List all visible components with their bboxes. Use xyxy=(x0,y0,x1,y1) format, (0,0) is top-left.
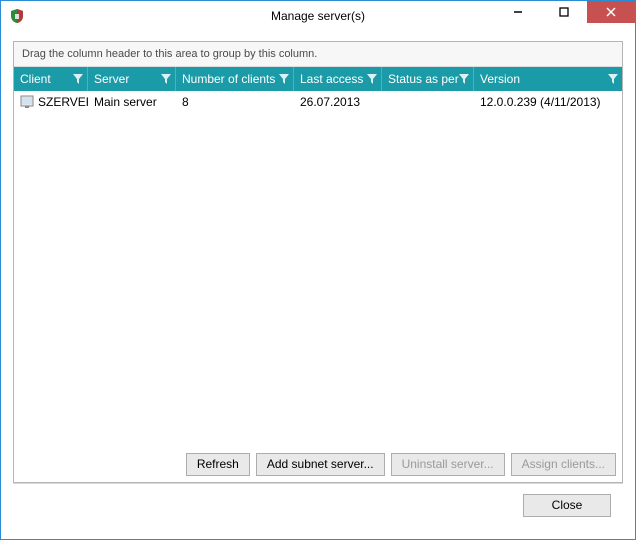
uninstall-server-button[interactable]: Uninstall server... xyxy=(391,453,505,476)
column-header-last-access[interactable]: Last access xyxy=(294,67,382,91)
minimize-button[interactable] xyxy=(495,1,541,23)
cell-client: SZERVER xyxy=(14,95,88,109)
close-button[interactable]: Close xyxy=(523,494,611,517)
cell-num-clients: 8 xyxy=(176,95,294,109)
app-shield-icon xyxy=(9,8,25,24)
maximize-icon xyxy=(559,7,569,17)
column-label: Client xyxy=(20,72,51,86)
filter-icon[interactable] xyxy=(73,74,83,84)
column-label: Status as per xyxy=(388,72,459,86)
column-label: Last access xyxy=(300,72,363,86)
client-area: Drag the column header to this area to g… xyxy=(1,31,635,539)
grid-button-row: Refresh Add subnet server... Uninstall s… xyxy=(14,445,622,482)
titlebar[interactable]: Manage server(s) xyxy=(1,1,635,31)
window-frame: Manage server(s) Drag the column header … xyxy=(0,0,636,540)
column-header-server[interactable]: Server xyxy=(88,67,176,91)
filter-icon[interactable] xyxy=(161,74,171,84)
column-label: Server xyxy=(94,72,129,86)
close-window-button[interactable] xyxy=(587,1,635,23)
grid-panel: Drag the column header to this area to g… xyxy=(13,41,623,483)
cell-version: 12.0.0.239 (4/11/2013) xyxy=(474,95,622,109)
grid-header: Client Server Number of clients xyxy=(14,67,622,91)
cell-text: 26.07.2013 xyxy=(300,95,360,109)
column-label: Version xyxy=(480,72,520,86)
close-icon xyxy=(606,7,616,17)
minimize-icon xyxy=(513,7,523,17)
cell-text: Main server xyxy=(94,95,157,109)
server-icon xyxy=(20,95,34,109)
window-controls xyxy=(495,1,635,23)
filter-icon[interactable] xyxy=(367,74,377,84)
column-header-version[interactable]: Version xyxy=(474,67,622,91)
cell-text: 12.0.0.239 (4/11/2013) xyxy=(480,95,601,109)
grid-body[interactable]: SZERVER Main server 8 26.07.2013 xyxy=(14,91,622,445)
column-label: Number of clients xyxy=(182,72,275,86)
cell-text: SZERVER xyxy=(38,95,88,109)
assign-clients-button[interactable]: Assign clients... xyxy=(511,453,616,476)
cell-server: Main server xyxy=(88,95,176,109)
refresh-button[interactable]: Refresh xyxy=(186,453,250,476)
column-header-num-clients[interactable]: Number of clients xyxy=(176,67,294,91)
cell-last-access: 26.07.2013 xyxy=(294,95,382,109)
filter-icon[interactable] xyxy=(459,74,469,84)
maximize-button[interactable] xyxy=(541,1,587,23)
cell-text: 8 xyxy=(182,95,189,109)
table-row[interactable]: SZERVER Main server 8 26.07.2013 xyxy=(14,91,622,113)
column-header-client[interactable]: Client xyxy=(14,67,88,91)
add-subnet-server-button[interactable]: Add subnet server... xyxy=(256,453,385,476)
column-header-status[interactable]: Status as per xyxy=(382,67,474,91)
dialog-bottom-bar: Close xyxy=(13,483,623,527)
group-by-hint[interactable]: Drag the column header to this area to g… xyxy=(14,42,622,67)
filter-icon[interactable] xyxy=(279,74,289,84)
filter-icon[interactable] xyxy=(608,74,618,84)
